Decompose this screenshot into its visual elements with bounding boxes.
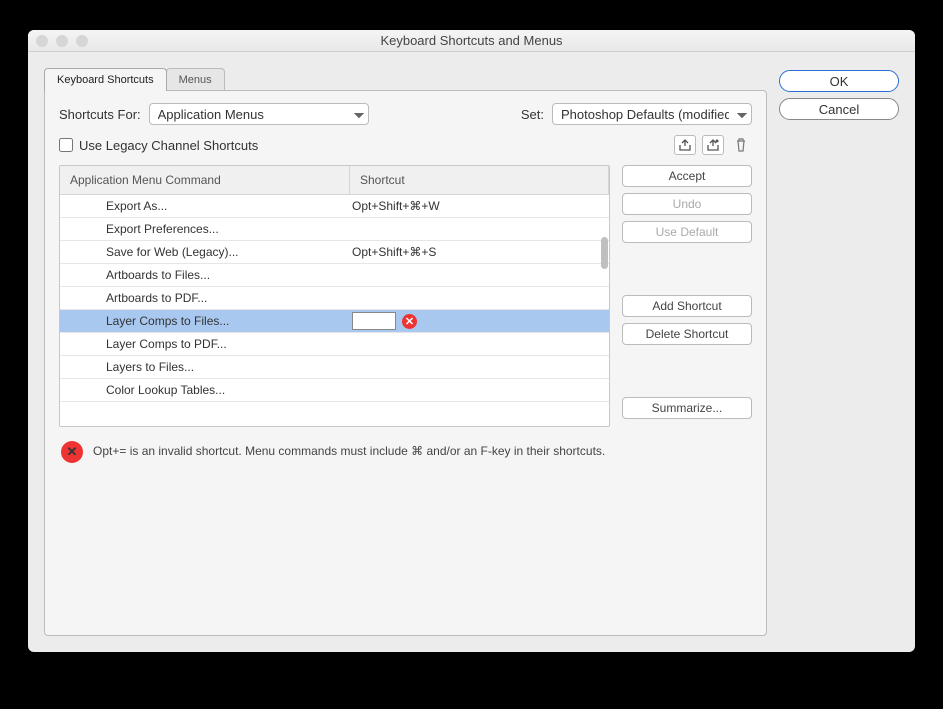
undo-button[interactable]: Undo xyxy=(622,193,752,215)
shortcuts-for-label: Shortcuts For: xyxy=(59,107,141,122)
table-row[interactable]: Color Lookup Tables... xyxy=(60,379,609,402)
delete-shortcut-button[interactable]: Delete Shortcut xyxy=(622,323,752,345)
command-cell: Layers to Files... xyxy=(60,360,350,374)
error-message: Opt+= is an invalid shortcut. Menu comma… xyxy=(93,441,605,458)
command-cell: Export Preferences... xyxy=(60,222,350,236)
use-default-button[interactable]: Use Default xyxy=(622,221,752,243)
trash-icon[interactable] xyxy=(730,135,752,155)
command-cell: Export As... xyxy=(60,199,350,213)
command-cell: Layer Comps to Files... xyxy=(60,314,350,328)
command-cell: Artboards to Files... xyxy=(60,268,350,282)
legacy-checkbox-input[interactable] xyxy=(59,138,73,152)
accept-button[interactable]: Accept xyxy=(622,165,752,187)
command-cell: Layer Comps to PDF... xyxy=(60,337,350,351)
shortcut-cell[interactable]: Opt+Shift+⌘+S xyxy=(350,245,609,259)
tab-menus[interactable]: Menus xyxy=(166,68,225,91)
table-row[interactable]: Artboards to Files... xyxy=(60,264,609,287)
table-row[interactable]: Layer Comps to PDF... xyxy=(60,333,609,356)
col-header-command: Application Menu Command xyxy=(60,166,350,194)
table-row[interactable]: Artboards to PDF... xyxy=(60,287,609,310)
window-title: Keyboard Shortcuts and Menus xyxy=(28,33,915,48)
command-cell: Color Lookup Tables... xyxy=(60,383,350,397)
table-row[interactable]: Export Preferences... xyxy=(60,218,609,241)
main-panel: Shortcuts For: Application Menus Set: Ph… xyxy=(44,90,767,636)
error-icon: ✕ xyxy=(61,441,83,463)
tab-keyboard-shortcuts[interactable]: Keyboard Shortcuts xyxy=(44,68,167,91)
table-row[interactable]: Layer Comps to Files... ✕ xyxy=(60,310,609,333)
legacy-checkbox[interactable]: Use Legacy Channel Shortcuts xyxy=(59,138,258,153)
command-cell: Save for Web (Legacy)... xyxy=(60,245,350,259)
invalid-icon: ✕ xyxy=(402,314,417,329)
set-label: Set: xyxy=(521,107,544,122)
shortcuts-table: Application Menu Command Shortcut Export… xyxy=(59,165,610,427)
shortcut-cell[interactable]: Opt+Shift+⌘+W xyxy=(350,199,609,213)
legacy-checkbox-label: Use Legacy Channel Shortcuts xyxy=(79,138,258,153)
shortcut-cell[interactable]: ✕ xyxy=(350,312,609,330)
save-set-as-icon[interactable] xyxy=(702,135,724,155)
table-row[interactable]: Save for Web (Legacy)...Opt+Shift+⌘+S xyxy=(60,241,609,264)
error-message-row: ✕ Opt+= is an invalid shortcut. Menu com… xyxy=(59,437,610,467)
dialog-window: Keyboard Shortcuts and Menus Keyboard Sh… xyxy=(28,30,915,652)
set-select[interactable]: Photoshop Defaults (modified) xyxy=(552,103,752,125)
col-header-shortcut: Shortcut xyxy=(350,166,609,194)
summarize-button[interactable]: Summarize... xyxy=(622,397,752,419)
cancel-button[interactable]: Cancel xyxy=(779,98,899,120)
ok-button[interactable]: OK xyxy=(779,70,899,92)
add-shortcut-button[interactable]: Add Shortcut xyxy=(622,295,752,317)
command-cell: Artboards to PDF... xyxy=(60,291,350,305)
shortcut-input[interactable] xyxy=(352,312,396,330)
shortcuts-for-select[interactable]: Application Menus xyxy=(149,103,369,125)
titlebar: Keyboard Shortcuts and Menus xyxy=(28,30,915,52)
table-row[interactable]: Layers to Files... xyxy=(60,356,609,379)
table-row[interactable]: Export As...Opt+Shift+⌘+W xyxy=(60,195,609,218)
tab-bar: Keyboard Shortcuts Menus xyxy=(44,68,767,91)
scrollbar-thumb[interactable] xyxy=(601,237,608,269)
save-set-icon[interactable] xyxy=(674,135,696,155)
